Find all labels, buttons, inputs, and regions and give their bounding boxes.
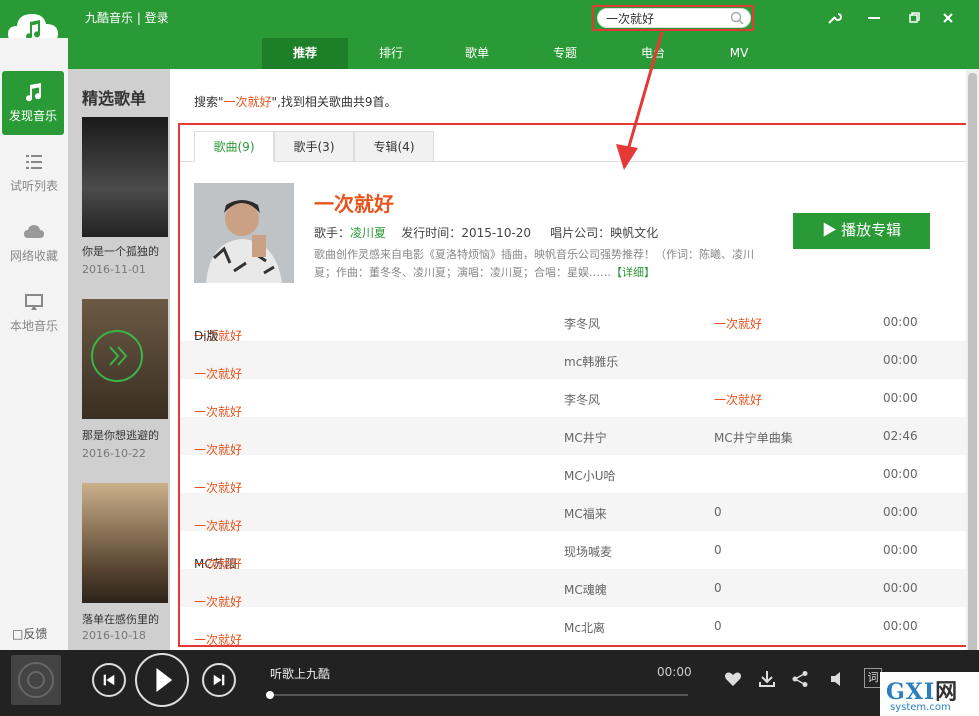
play-circle-icon[interactable] [90, 329, 144, 383]
discover-column: 精选歌单 你是一个孤独的 2016-11-01 那是你想逃避的 2016-10-… [68, 69, 170, 650]
minimize-icon[interactable] [865, 9, 883, 27]
download-icon[interactable] [758, 670, 776, 688]
section-title: 精选歌单 [82, 89, 147, 108]
sidebar-item-label: 发现音乐 [8, 109, 57, 123]
playlist-date: 2016-10-18 [82, 629, 146, 642]
heart-icon[interactable] [724, 670, 742, 688]
sidebar-item-discover[interactable]: 发现音乐 [2, 71, 64, 135]
summary-keyword: 一次就好 [223, 95, 272, 109]
tab-mv[interactable]: MV [696, 38, 782, 69]
summary-suffix: ",找到相关歌曲共9首。 [271, 95, 397, 109]
volume-icon[interactable] [829, 670, 847, 688]
share-icon[interactable] [791, 670, 809, 688]
playlist-caption[interactable]: 你是一个孤独的 [82, 243, 168, 259]
watermark-sub: system.com [890, 702, 951, 713]
cloud-icon [24, 225, 44, 238]
feedback-label: 反馈 [23, 627, 48, 641]
scrollbar[interactable] [966, 69, 979, 663]
progress-bar[interactable] [266, 691, 688, 699]
now-playing-cover[interactable] [11, 655, 61, 705]
close-icon[interactable] [939, 9, 957, 27]
tab-recommend[interactable]: 推荐 [262, 38, 348, 69]
playlist-caption[interactable]: 那是你想逃避的 [82, 427, 168, 443]
playlist-date: 2016-11-01 [82, 263, 146, 276]
playlist-cover[interactable] [82, 483, 168, 603]
music-note-icon [26, 83, 42, 102]
annotation-box-search [592, 5, 754, 31]
tool-icon[interactable] [825, 9, 843, 27]
summary-prefix: 搜索" [194, 95, 224, 109]
tab-ranking[interactable]: 排行 [348, 38, 434, 69]
sidebar-item-local[interactable]: 本地音乐 [0, 281, 68, 345]
main-nav: 推荐 排行 歌单 专题 电台 MV [68, 38, 979, 69]
feedback-link[interactable]: □反馈 [12, 625, 47, 642]
annotation-box-results [178, 123, 968, 647]
playlist-caption[interactable]: 落单在感伤里的 [82, 611, 168, 627]
sidebar-item-playlist[interactable]: 试听列表 [0, 141, 68, 205]
watermark-logo: GXI网 system.com [880, 672, 979, 716]
progress-handle[interactable] [266, 691, 274, 699]
sidebar-item-cloud[interactable]: 网络收藏 [0, 211, 68, 275]
sidebar-item-label: 试听列表 [9, 179, 58, 193]
play-button[interactable] [135, 653, 189, 707]
playlist-cover[interactable] [82, 299, 168, 419]
sidebar-item-label: 本地音乐 [9, 319, 58, 333]
playlist-date: 2016-10-22 [82, 447, 146, 460]
play-time: 00:00 [657, 665, 692, 679]
tab-radio[interactable]: 电台 [610, 38, 696, 69]
app-title[interactable]: 九酷音乐 | 登录 [85, 9, 169, 26]
sidebar-item-label: 网络收藏 [9, 249, 58, 263]
sidebar: 发现音乐 试听列表 网络收藏 本地音乐 □反馈 [0, 38, 68, 650]
scrollbar-thumb[interactable] [968, 73, 977, 663]
tab-topics[interactable]: 专题 [520, 38, 610, 69]
computer-icon [25, 294, 43, 310]
search-summary: 搜索"一次就好",找到相关歌曲共9首。 [194, 93, 397, 110]
player-bar: 听歌上九酷 00:00 词 [0, 650, 979, 716]
now-playing-title: 听歌上九酷 [270, 667, 331, 681]
previous-button[interactable] [92, 663, 126, 697]
disc-icon [18, 662, 54, 698]
list-icon [26, 155, 42, 169]
restore-icon[interactable] [905, 9, 923, 27]
tab-playlists[interactable]: 歌单 [434, 38, 520, 69]
playlist-cover[interactable] [82, 117, 168, 237]
chat-icon: □ [12, 627, 24, 641]
next-button[interactable] [202, 663, 236, 697]
